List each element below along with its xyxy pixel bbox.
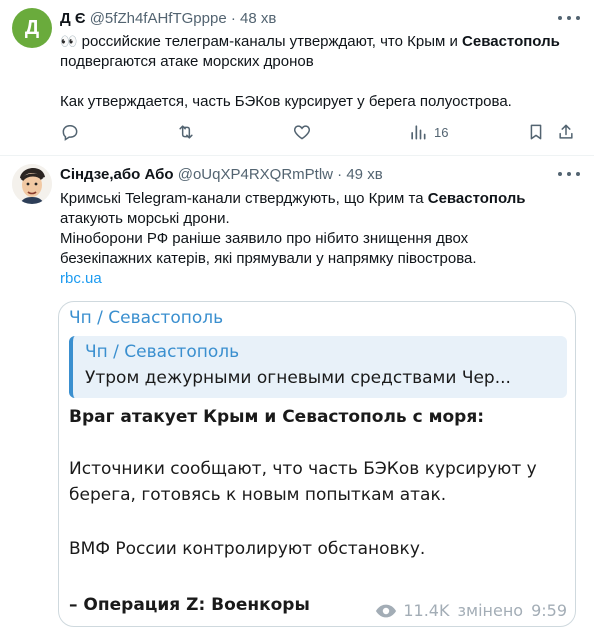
reply-icon	[62, 125, 78, 141]
quoted-message: Чп / Севастополь Утром дежурными огневым…	[69, 336, 567, 398]
highlighted-word: Севастополь	[427, 190, 526, 207]
message-signature: – Операция Z: Военкоры	[69, 595, 310, 615]
tweet-text: 👀 российские телеграм-каналы утверждают,…	[60, 31, 580, 112]
message-views: 11.4K	[403, 601, 450, 620]
message-line: берега, готовясь к новым попыткам атак.	[69, 485, 447, 505]
tweet-time[interactable]: 49 хв	[346, 166, 382, 183]
eyes-emoji: 👀	[60, 33, 78, 49]
reply-button[interactable]	[60, 120, 80, 144]
tweet-time[interactable]: 48 хв	[240, 10, 276, 27]
avatar[interactable]	[12, 164, 52, 204]
tweet-actions: 16	[60, 120, 580, 144]
eye-icon	[376, 604, 397, 617]
tweet-header: Д Є @5fZh4fAHfTGpppe · 48 хв	[60, 9, 276, 29]
message-line: Источники сообщают, что часть БЭКов курс…	[69, 459, 537, 479]
views-chart-icon	[411, 125, 426, 140]
share-button[interactable]	[556, 120, 576, 144]
tweet-text-line: подвергаются атаке морских дронов	[60, 53, 314, 70]
author-handle[interactable]: @oUqXP4RXQRmPtlw	[178, 166, 333, 183]
bookmark-icon	[530, 124, 542, 140]
tweet-header: Сіндзе,або Або @oUqXP4RXQRmPtlw · 49 хв	[60, 165, 383, 185]
message-headline: Враг атакует Крым и Севастополь с моря:	[69, 407, 485, 427]
tweet-text-line: Міноборони РФ раніше заявило про нібито …	[60, 230, 469, 247]
author-handle[interactable]: @5fZh4fAHfTGpppe	[90, 10, 227, 27]
source-link[interactable]: rbc.ua	[60, 269, 580, 289]
author-name[interactable]: Сіндзе,або Або	[60, 166, 174, 183]
tweet-2[interactable]: Сіндзе,або Або @oUqXP4RXQRmPtlw · 49 хв …	[0, 156, 594, 636]
channel-title: Чп / Севастополь	[69, 308, 224, 328]
tweet-text-line: Как утверждается, часть БЭКов курсирует …	[60, 93, 512, 110]
bookmark-button[interactable]	[526, 120, 546, 144]
message-line: ВМФ России контролируют обстановку.	[69, 539, 426, 559]
tweet-text-line: атакують морські дрони.	[60, 210, 230, 227]
separator-dot: ·	[337, 166, 343, 183]
tweet-1[interactable]: Д Д Є @5fZh4fAHfTGpppe · 48 хв 👀 российс…	[0, 0, 594, 156]
quoted-channel-title: Чп / Севастополь	[85, 342, 240, 362]
share-icon	[559, 124, 573, 139]
heart-icon	[293, 125, 311, 140]
retweet-icon	[179, 125, 193, 139]
like-button[interactable]	[292, 120, 312, 144]
tweet-text-line: безекіпажних катерів, які прямували у на…	[60, 250, 477, 267]
retweet-button[interactable]	[176, 120, 196, 144]
message-meta: 11.4K змінено 9:59	[375, 601, 567, 620]
more-options-icon[interactable]	[558, 8, 580, 28]
views-button[interactable]: 16	[408, 120, 448, 144]
separator-dot: ·	[230, 10, 236, 27]
author-name[interactable]: Д Є	[60, 10, 86, 27]
edited-label: змінено	[457, 601, 524, 620]
tweet-text-line: Кримські Telegram-канали стверджують, що…	[60, 190, 428, 207]
telegram-screenshot-card[interactable]: Чп / Севастополь Чп / Севастополь Утром …	[58, 301, 576, 627]
tweet-text: Кримські Telegram-канали стверджують, що…	[60, 189, 580, 289]
highlighted-word: Севастополь	[462, 33, 560, 50]
avatar-caricature-icon	[12, 164, 52, 204]
avatar[interactable]: Д	[12, 8, 52, 48]
quoted-message-text: Утром дежурными огневыми средствами Чер.…	[85, 368, 511, 388]
message-time: 9:59	[531, 601, 567, 620]
more-options-icon[interactable]	[558, 164, 580, 184]
tweet-text-line: российские телеграм-каналы утверждают, ч…	[81, 33, 463, 50]
views-count: 16	[434, 124, 449, 140]
